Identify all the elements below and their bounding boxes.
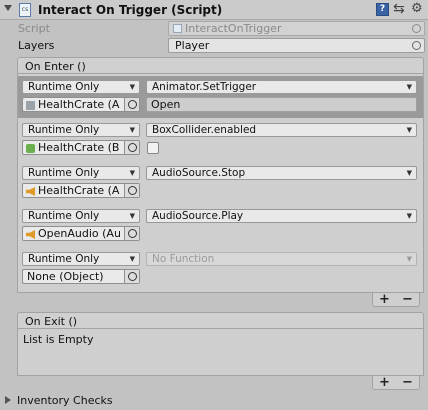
add-listener-button[interactable]: + bbox=[379, 376, 390, 389]
layers-dropdown[interactable]: Player bbox=[168, 38, 425, 53]
function-dropdown[interactable]: BoxCollider.enabled ▼ bbox=[146, 123, 417, 137]
audiosource-icon bbox=[26, 230, 35, 239]
function-value: No Function bbox=[152, 253, 215, 265]
runtime-mode-value: Runtime Only bbox=[28, 253, 100, 265]
runtime-mode-value: Runtime Only bbox=[28, 167, 100, 179]
chevron-down-icon: ▼ bbox=[406, 83, 412, 91]
chevron-down-icon: ▼ bbox=[129, 255, 135, 263]
remove-listener-button[interactable]: − bbox=[402, 293, 413, 306]
remove-listener-button[interactable]: − bbox=[402, 376, 413, 389]
gameobject-icon bbox=[26, 101, 35, 110]
object-picker-button[interactable] bbox=[124, 184, 139, 197]
add-listener-button[interactable]: + bbox=[379, 293, 390, 306]
target-object-value: None (Object) bbox=[27, 270, 104, 283]
preset-icon[interactable]: ⇆ bbox=[393, 2, 405, 16]
function-value: Animator.SetTrigger bbox=[152, 81, 257, 93]
target-object-field[interactable]: None (Object) bbox=[22, 269, 140, 284]
script-value: InteractOnTrigger bbox=[185, 22, 282, 35]
target-object-field[interactable]: HealthCrate (A bbox=[22, 183, 140, 198]
script-field: InteractOnTrigger bbox=[168, 21, 425, 36]
target-object-field[interactable]: HealthCrate (B bbox=[22, 140, 140, 155]
object-picker-button[interactable] bbox=[124, 270, 139, 283]
function-value: AudioSource.Stop bbox=[152, 167, 246, 179]
target-object-field[interactable]: HealthCrate (A bbox=[22, 97, 140, 112]
on-enter-title: On Enter () bbox=[25, 60, 86, 73]
foldout-collapsed-icon[interactable] bbox=[5, 396, 11, 404]
foldout-arrow-icon[interactable] bbox=[4, 5, 12, 11]
runtime-mode-dropdown[interactable]: Runtime Only ▼ bbox=[22, 80, 140, 94]
on-enter-header: On Enter () bbox=[17, 57, 424, 74]
runtime-mode-dropdown[interactable]: Runtime Only ▼ bbox=[22, 252, 140, 266]
string-argument-value: Open bbox=[151, 98, 181, 111]
component-title: Interact On Trigger (Script) bbox=[38, 3, 223, 17]
audiosource-icon bbox=[26, 187, 35, 196]
function-value: BoxCollider.enabled bbox=[152, 124, 257, 136]
object-picker-button[interactable] bbox=[124, 98, 139, 111]
target-object-field[interactable]: OpenAudio (Au bbox=[22, 226, 140, 241]
help-icon[interactable]: ? bbox=[376, 3, 389, 16]
target-object-value: HealthCrate (A bbox=[38, 98, 120, 111]
layers-picker-icon[interactable] bbox=[412, 41, 421, 50]
chevron-down-icon: ▼ bbox=[129, 169, 135, 177]
script-label: Script bbox=[18, 22, 50, 35]
object-picker-button[interactable] bbox=[124, 141, 139, 154]
function-value: AudioSource.Play bbox=[152, 210, 244, 222]
layers-value: Player bbox=[175, 39, 210, 52]
target-object-value: HealthCrate (B bbox=[38, 141, 120, 154]
function-dropdown[interactable]: AudioSource.Play ▼ bbox=[146, 209, 417, 223]
inventory-checks-foldout[interactable]: Inventory Checks bbox=[17, 394, 113, 407]
runtime-mode-value: Runtime Only bbox=[28, 210, 100, 222]
runtime-mode-dropdown[interactable]: Runtime Only ▼ bbox=[22, 209, 140, 223]
bool-argument-checkbox[interactable] bbox=[147, 142, 159, 154]
chevron-down-icon: ▼ bbox=[406, 212, 412, 220]
chevron-down-icon: ▼ bbox=[406, 126, 412, 134]
string-argument-field[interactable]: Open bbox=[146, 97, 417, 112]
boxcollider-icon bbox=[26, 144, 35, 153]
object-picker-icon bbox=[412, 24, 421, 33]
object-picker-button[interactable] bbox=[124, 227, 139, 240]
function-dropdown[interactable]: Animator.SetTrigger ▼ bbox=[146, 80, 417, 94]
chevron-down-icon: ▼ bbox=[129, 212, 135, 220]
list-empty-text: List is Empty bbox=[23, 333, 94, 346]
runtime-mode-value: Runtime Only bbox=[28, 124, 100, 136]
runtime-mode-dropdown[interactable]: Runtime Only ▼ bbox=[22, 166, 140, 180]
on-exit-title: On Exit () bbox=[25, 315, 78, 328]
runtime-mode-value: Runtime Only bbox=[28, 81, 100, 93]
chevron-down-icon: ▼ bbox=[406, 255, 412, 263]
function-dropdown: No Function ▼ bbox=[146, 252, 417, 266]
target-object-value: HealthCrate (A bbox=[38, 184, 120, 197]
runtime-mode-dropdown[interactable]: Runtime Only ▼ bbox=[22, 123, 140, 137]
script-icon: cs bbox=[19, 3, 31, 17]
script-file-icon bbox=[173, 24, 182, 33]
chevron-down-icon: ▼ bbox=[406, 169, 412, 177]
chevron-down-icon: ▼ bbox=[129, 126, 135, 134]
function-dropdown[interactable]: AudioSource.Stop ▼ bbox=[146, 166, 417, 180]
chevron-down-icon: ▼ bbox=[129, 83, 135, 91]
gear-icon[interactable]: ⚙ bbox=[411, 2, 423, 16]
layers-label: Layers bbox=[18, 39, 55, 52]
on-exit-header: On Exit () bbox=[17, 312, 424, 329]
target-object-value: OpenAudio (Au bbox=[38, 227, 121, 240]
